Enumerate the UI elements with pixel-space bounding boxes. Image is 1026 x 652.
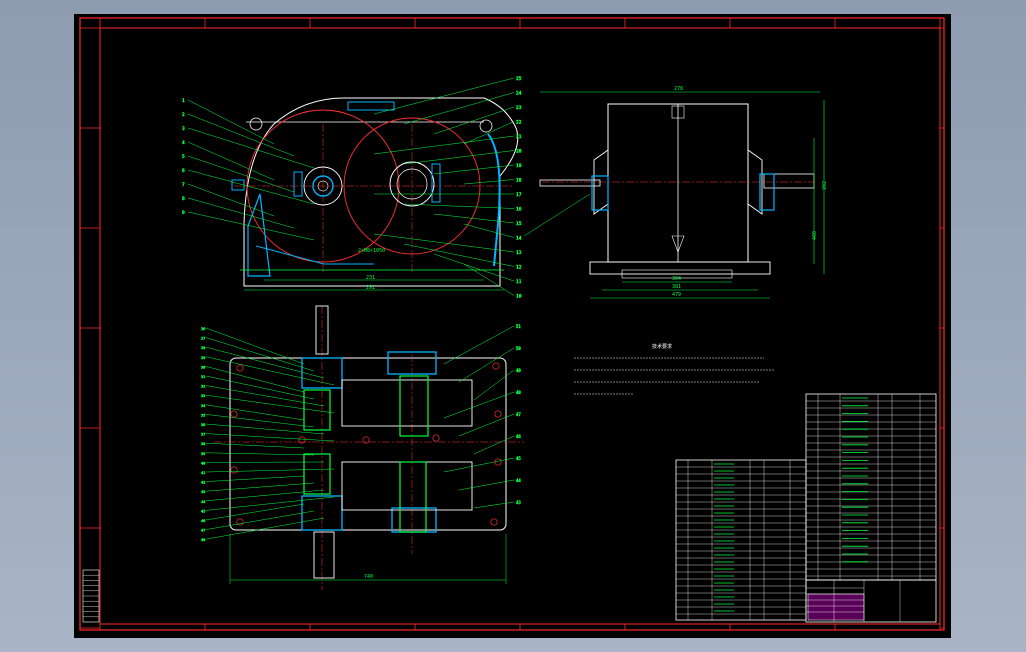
top-callout-33: 33 [201,394,205,398]
left-strip [82,569,100,623]
title-block-approval-cells [807,593,865,621]
top-callout-40: 40 [201,461,205,465]
front-callout-10: 10 [516,294,522,300]
title-block[interactable] [805,579,937,623]
top-callout-r-49: 49 [516,368,521,373]
front-callout-11: 11 [516,279,522,285]
top-callout-r-50: 50 [516,346,521,351]
top-callout-32: 32 [201,385,205,389]
top-callout-45: 45 [201,509,205,513]
cad-viewport[interactable]: 2×M8×1050 231 291 1 2 3 4 5 6 7 8 9 25 24 23 22 21 20 1… [74,14,951,638]
front-callout-20: 20 [516,149,522,155]
top-callout-r-43: 43 [516,500,521,505]
top-callout-r-48: 48 [516,390,521,395]
front-callout-9: 9 [182,210,185,216]
side-dim-h2: 400 [812,231,818,240]
side-dim-h1: 282 [822,181,828,190]
front-note: 2×M8×1050 [358,248,385,254]
top-callout-41: 41 [201,471,205,475]
top-callout-34: 34 [201,404,205,408]
zone-ticks [80,18,944,630]
top-callout-r-51: 51 [516,324,521,329]
top-callout-44: 44 [201,500,205,504]
front-callout-3: 3 [182,126,185,132]
front-callout-13: 13 [516,250,522,256]
side-view[interactable]: 278 282 400 304 381 479 [523,86,828,299]
top-callout-47: 47 [201,529,205,533]
front-callout-25: 25 [516,76,522,82]
front-callout-15: 15 [516,221,522,227]
top-callout-r-45: 45 [516,456,521,461]
top-callout-39: 39 [201,452,205,456]
top-callout-27: 27 [201,337,205,341]
front-callout-1: 1 [182,98,185,104]
top-callout-38: 38 [201,442,205,446]
side-dim-top: 278 [674,86,683,92]
top-callout-r-46: 46 [516,434,521,439]
front-callout-24: 24 [516,91,522,97]
technical-requirements: 技术要求 [574,343,774,395]
side-dim-b2: 381 [672,284,681,290]
front-callout-4: 4 [182,140,185,146]
front-callout-18: 18 [516,178,522,184]
top-callout-48: 48 [201,538,205,542]
front-callout-6: 6 [182,168,185,174]
front-callout-12: 12 [516,265,522,271]
front-callout-19: 19 [516,163,522,169]
front-callout-7: 7 [182,182,185,188]
top-callout-43: 43 [201,490,205,494]
front-callout-21: 21 [516,134,522,140]
top-callout-37: 37 [201,433,205,437]
top-callout-31: 31 [201,375,205,379]
top-callout-r-47: 47 [516,412,521,417]
front-callout-8: 8 [182,196,185,202]
top-view[interactable]: 740 26 27 28 29 30 31 32 33 34 35 36 37 38 39 40 41 42 43… [201,305,524,590]
front-callout-14: 14 [516,236,522,242]
top-callout-r-44: 44 [516,478,521,483]
front-dim-overall: 291 [366,285,375,291]
front-callout-16: 16 [516,207,522,213]
front-callout-23: 23 [516,105,522,111]
front-dim-center: 231 [366,275,375,281]
side-dim-b3: 479 [672,292,681,298]
tech-heading: 技术要求 [652,343,672,350]
top-callout-42: 42 [201,481,205,485]
top-callout-36: 36 [201,423,205,427]
top-dim-width: 740 [364,574,373,580]
top-callout-46: 46 [201,519,205,523]
top-callout-29: 29 [201,356,205,360]
front-callout-17: 17 [516,192,522,198]
front-callout-2: 2 [182,112,185,118]
drawing-canvas[interactable]: 2×M8×1050 231 291 1234567892524232221201… [74,14,951,638]
top-callout-28: 28 [201,346,205,350]
outer-border [79,17,945,631]
side-dim-b1: 304 [672,276,681,282]
top-callout-26: 26 [201,327,205,331]
front-callout-5: 5 [182,154,185,160]
top-callout-30: 30 [201,365,205,369]
front-callout-22: 22 [516,120,522,126]
front-view[interactable]: 2×M8×1050 231 291 1234567892524232221201… [182,76,522,300]
top-callout-35: 35 [201,413,205,417]
